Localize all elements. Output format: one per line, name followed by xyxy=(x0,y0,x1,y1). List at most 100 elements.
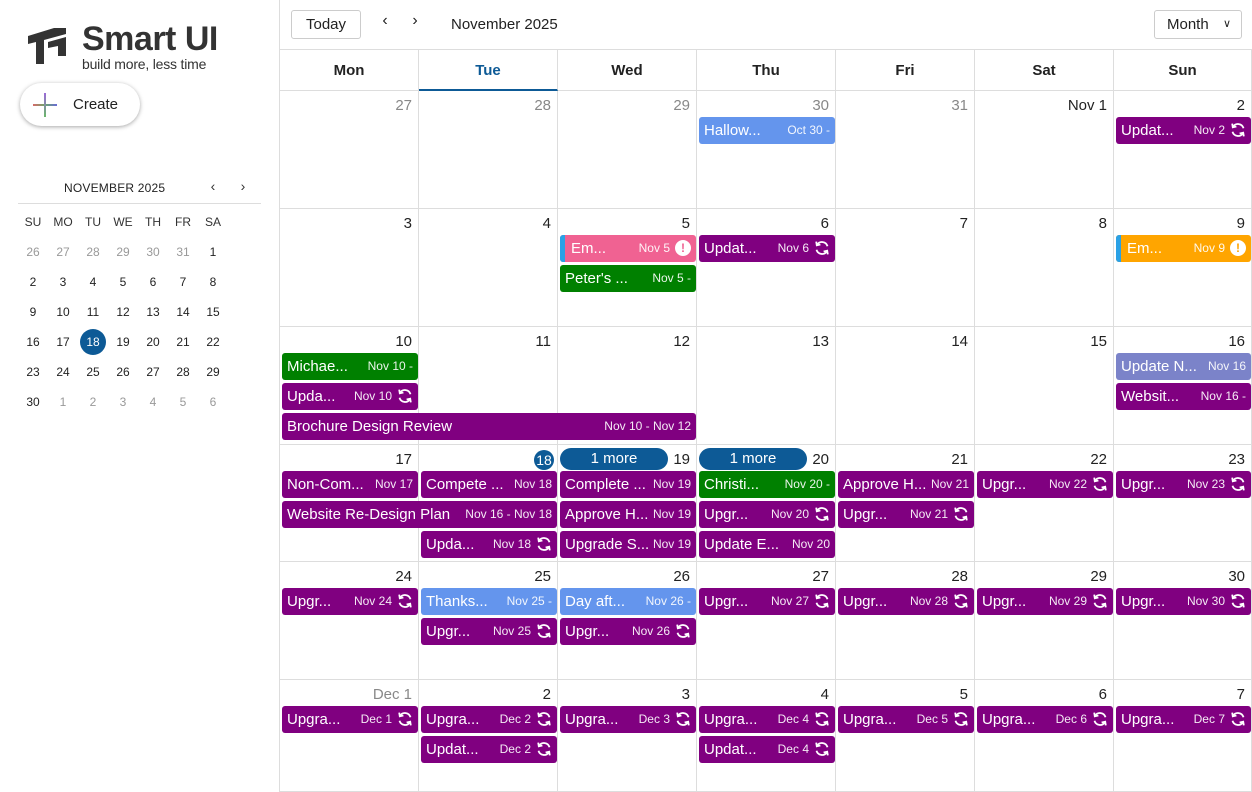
day-cell[interactable]: 14 xyxy=(836,327,975,445)
day-cell[interactable]: 8 xyxy=(975,209,1114,327)
mini-day[interactable]: 11 xyxy=(78,297,108,327)
prev-month-icon[interactable]: ‹ xyxy=(375,12,395,36)
more-events-button[interactable]: 1 more xyxy=(699,448,807,470)
calendar-event[interactable]: Upgra... Dec 1 xyxy=(282,706,418,733)
calendar-event[interactable]: Upgr... Nov 29 xyxy=(977,588,1113,615)
mini-day[interactable]: 30 xyxy=(18,387,48,417)
mini-day[interactable]: 21 xyxy=(168,327,198,357)
day-cell[interactable]: 29 xyxy=(558,91,697,209)
mini-day[interactable]: 4 xyxy=(78,267,108,297)
mini-day[interactable]: 5 xyxy=(168,387,198,417)
calendar-event[interactable]: Upgr... Nov 22 xyxy=(977,471,1113,498)
calendar-event[interactable]: Upgr... Nov 28 xyxy=(838,588,974,615)
day-cell[interactable]: 15 xyxy=(975,327,1114,445)
day-cell[interactable]: 31 xyxy=(836,91,975,209)
calendar-event[interactable]: Complete ... Nov 19 xyxy=(560,471,696,498)
mini-day[interactable]: 6 xyxy=(138,267,168,297)
next-month-icon[interactable]: › xyxy=(405,12,425,36)
calendar-event[interactable]: Approve H... Nov 21 xyxy=(838,471,974,498)
mini-day[interactable]: 22 xyxy=(198,327,228,357)
mini-day[interactable]: 4 xyxy=(138,387,168,417)
day-cell[interactable]: 3 xyxy=(280,209,419,327)
mini-day[interactable]: 26 xyxy=(108,357,138,387)
day-cell[interactable]: 27 xyxy=(697,562,836,680)
mini-day[interactable]: 15 xyxy=(198,297,228,327)
day-cell[interactable]: 4 xyxy=(419,209,558,327)
mini-day[interactable]: 18 xyxy=(78,327,108,357)
calendar-event[interactable]: Non-Com... Nov 17 xyxy=(282,471,418,498)
calendar-event[interactable]: Peter's ... Nov 5 - xyxy=(560,265,696,292)
day-cell[interactable]: 27 xyxy=(280,91,419,209)
day-cell[interactable]: 24 xyxy=(280,562,419,680)
mini-day[interactable]: 7 xyxy=(168,267,198,297)
calendar-event[interactable]: Upgra... Dec 2 xyxy=(421,706,557,733)
mini-day[interactable]: 19 xyxy=(108,327,138,357)
calendar-event[interactable]: Day aft... Nov 26 - xyxy=(560,588,696,615)
mini-day[interactable]: 10 xyxy=(48,297,78,327)
mini-day[interactable]: 29 xyxy=(198,357,228,387)
more-events-button[interactable]: 1 more xyxy=(560,448,668,470)
calendar-event[interactable]: Upgr... Nov 25 xyxy=(421,618,557,645)
calendar-event[interactable]: Website Re-Design Plan Nov 16 - Nov 18 xyxy=(282,501,557,528)
calendar-event[interactable]: Thanks... Nov 25 - xyxy=(421,588,557,615)
day-cell[interactable]: 9 xyxy=(1114,209,1252,327)
day-cell[interactable]: 6 xyxy=(697,209,836,327)
mini-calendar-next-icon[interactable]: › xyxy=(234,178,252,198)
day-cell[interactable]: 6 xyxy=(975,680,1114,792)
day-cell[interactable]: 23 xyxy=(1114,445,1252,562)
calendar-event[interactable]: Updat... Nov 2 xyxy=(1116,117,1251,144)
create-button[interactable]: Create xyxy=(20,83,140,126)
calendar-event[interactable]: Michae... Nov 10 - xyxy=(282,353,418,380)
calendar-event[interactable]: Upgra... Dec 5 xyxy=(838,706,974,733)
mini-day[interactable]: 28 xyxy=(168,357,198,387)
day-cell[interactable]: 30 xyxy=(1114,562,1252,680)
mini-day[interactable]: 27 xyxy=(138,357,168,387)
calendar-event[interactable]: Upgr... Nov 30 xyxy=(1116,588,1251,615)
mini-calendar-prev-icon[interactable]: ‹ xyxy=(204,178,222,198)
calendar-event[interactable]: Upgra... Dec 4 xyxy=(699,706,835,733)
mini-day[interactable]: 28 xyxy=(78,237,108,267)
calendar-event[interactable]: Christi... Nov 20 - xyxy=(699,471,835,498)
mini-day[interactable]: 24 xyxy=(48,357,78,387)
calendar-event[interactable]: Brochure Design Review Nov 10 - Nov 12 xyxy=(282,413,696,440)
calendar-event[interactable]: Hallow... Oct 30 - xyxy=(699,117,835,144)
day-cell[interactable]: 22 xyxy=(975,445,1114,562)
day-cell[interactable]: 28 xyxy=(836,562,975,680)
day-cell[interactable]: Nov 1 xyxy=(975,91,1114,209)
mini-day[interactable]: 13 xyxy=(138,297,168,327)
calendar-event[interactable]: Upda... Nov 10 xyxy=(282,383,418,410)
mini-day[interactable]: 1 xyxy=(48,387,78,417)
mini-day[interactable]: 3 xyxy=(108,387,138,417)
calendar-event[interactable]: Upgra... Dec 7 xyxy=(1116,706,1251,733)
calendar-event[interactable]: Upgra... Dec 6 xyxy=(977,706,1113,733)
calendar-event[interactable]: Upgra... Dec 3 xyxy=(560,706,696,733)
calendar-event[interactable]: Upgr... Nov 24 xyxy=(282,588,418,615)
mini-day[interactable]: 25 xyxy=(78,357,108,387)
mini-day[interactable]: 27 xyxy=(48,237,78,267)
view-select[interactable]: Month ∨ xyxy=(1154,10,1242,39)
mini-day[interactable]: 3 xyxy=(48,267,78,297)
calendar-event[interactable]: Em... Nov 5! xyxy=(560,235,696,262)
calendar-event[interactable]: Update E... Nov 20 xyxy=(699,531,835,558)
calendar-event[interactable]: Upgr... Nov 23 xyxy=(1116,471,1251,498)
mini-day[interactable]: 30 xyxy=(138,237,168,267)
day-cell[interactable]: 7 xyxy=(1114,680,1252,792)
mini-day[interactable]: 9 xyxy=(18,297,48,327)
today-button[interactable]: Today xyxy=(291,10,361,39)
day-cell[interactable]: 30 xyxy=(697,91,836,209)
mini-day[interactable]: 12 xyxy=(108,297,138,327)
calendar-event[interactable]: Upgr... Nov 27 xyxy=(699,588,835,615)
calendar-event[interactable]: Upda... Nov 18 xyxy=(421,531,557,558)
calendar-event[interactable]: Approve H... Nov 19 xyxy=(560,501,696,528)
day-cell[interactable]: Dec 1 xyxy=(280,680,419,792)
day-cell[interactable]: 5 xyxy=(836,680,975,792)
calendar-event[interactable]: Upgr... Nov 21 xyxy=(838,501,974,528)
calendar-event[interactable]: Em... Nov 9! xyxy=(1116,235,1251,262)
day-cell[interactable]: 13 xyxy=(697,327,836,445)
calendar-event[interactable]: Upgrade S... Nov 19 xyxy=(560,531,696,558)
mini-day[interactable]: 16 xyxy=(18,327,48,357)
calendar-event[interactable]: Upgr... Nov 26 xyxy=(560,618,696,645)
mini-day[interactable]: 14 xyxy=(168,297,198,327)
mini-day[interactable]: 5 xyxy=(108,267,138,297)
day-cell[interactable]: 28 xyxy=(419,91,558,209)
